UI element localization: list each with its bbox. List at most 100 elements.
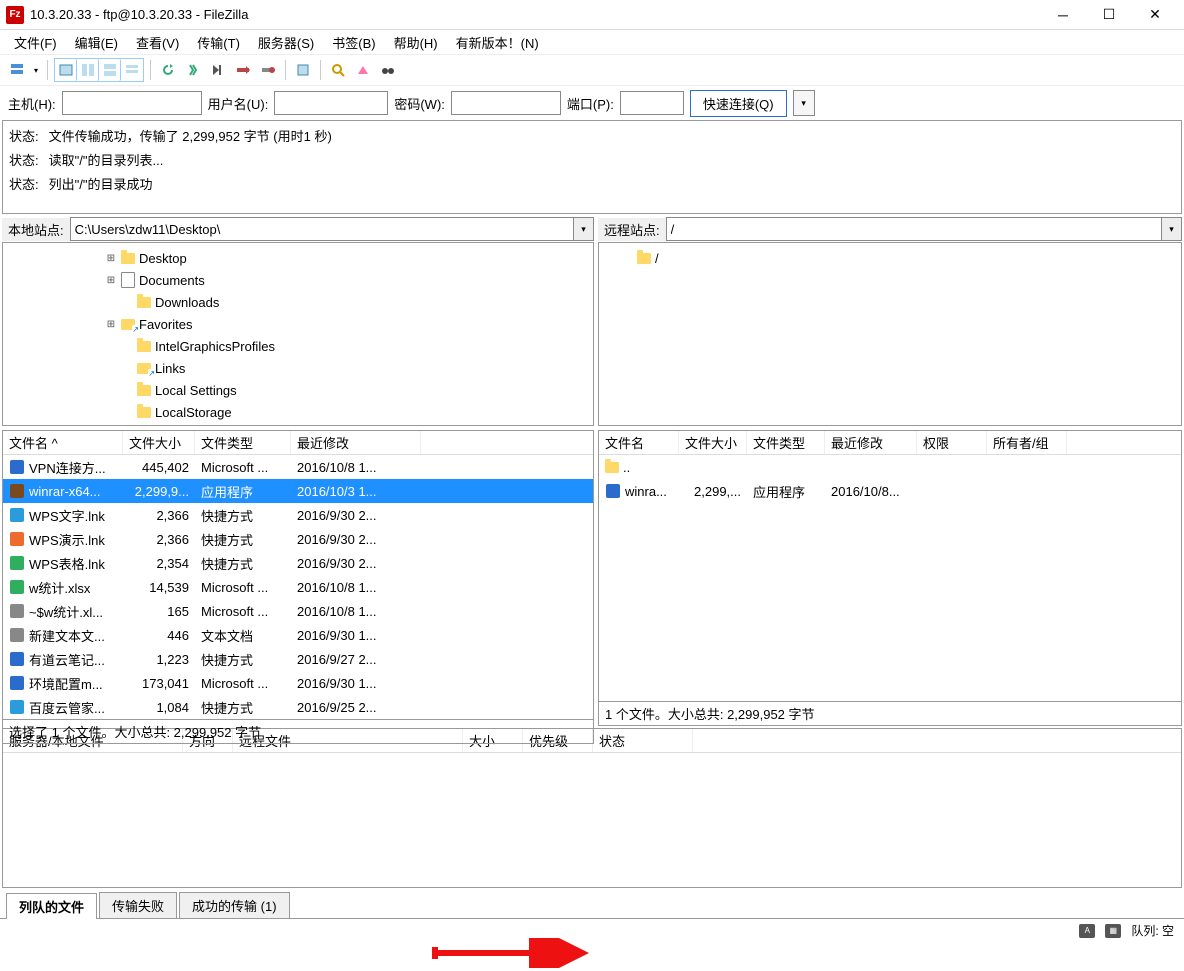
list-item[interactable]: 有道云笔记...1,223快捷方式2016/9/27 2... xyxy=(3,647,593,671)
close-button[interactable]: ✕ xyxy=(1132,0,1178,30)
local-file-list[interactable]: 文件名 ^文件大小文件类型最近修改 VPN连接方...445,402Micros… xyxy=(2,430,594,720)
queue-pane[interactable]: 服务器/本地文件方向远程文件大小优先级状态 xyxy=(2,728,1182,888)
tree-node[interactable]: ⊞Favorites xyxy=(9,313,587,335)
port-input[interactable] xyxy=(620,91,684,115)
file-icon xyxy=(9,651,25,667)
file-icon xyxy=(9,507,25,523)
column-header[interactable]: 所有者/组 xyxy=(987,431,1067,454)
minimize-button[interactable]: ─ xyxy=(1040,0,1086,30)
column-header[interactable]: 文件类型 xyxy=(747,431,825,454)
column-header[interactable]: 权限 xyxy=(917,431,987,454)
menu-item[interactable]: 书签(B) xyxy=(324,31,383,54)
remote-path-input[interactable] xyxy=(666,217,1162,241)
file-icon xyxy=(9,699,25,715)
list-item[interactable]: VPN连接方...445,402Microsoft ...2016/10/8 1… xyxy=(3,455,593,479)
tree-label: Links xyxy=(155,361,185,376)
menu-item[interactable]: 查看(V) xyxy=(128,31,187,54)
menu-item[interactable]: 有新版本！(N) xyxy=(448,31,547,54)
column-header[interactable]: 文件名 xyxy=(599,431,679,454)
host-input[interactable] xyxy=(62,91,202,115)
remote-file-list[interactable]: 文件名文件大小文件类型最近修改权限所有者/组 ..winra...2,299,.… xyxy=(598,430,1182,702)
tree-node[interactable]: Links xyxy=(9,357,587,379)
pass-input[interactable] xyxy=(451,91,561,115)
doc-icon xyxy=(121,272,135,288)
toolbar: ▾ xyxy=(0,54,1184,86)
local-site-bar: 本地站点: ▾ xyxy=(2,216,594,242)
column-header[interactable]: 最近修改 xyxy=(825,431,917,454)
folder-icon xyxy=(137,341,151,352)
toggle-log-icon[interactable] xyxy=(55,59,77,81)
bottom-tab[interactable]: 成功的传输 (1) xyxy=(179,892,290,918)
column-header[interactable]: 文件大小 xyxy=(679,431,747,454)
tree-node[interactable]: IntelGraphicsProfiles xyxy=(9,335,587,357)
remote-path-dropdown[interactable]: ▾ xyxy=(1162,217,1182,241)
toggle-local-tree-icon[interactable] xyxy=(77,59,99,81)
binoculars-icon[interactable] xyxy=(377,59,399,81)
menu-item[interactable]: 服务器(S) xyxy=(250,31,322,54)
column-header[interactable]: 最近修改 xyxy=(291,431,421,454)
menubar: 文件(F)编辑(E)查看(V)传输(T)服务器(S)书签(B)帮助(H)有新版本… xyxy=(0,30,1184,54)
column-header[interactable]: 状态 xyxy=(593,729,693,752)
toggle-queue-icon[interactable] xyxy=(121,59,143,81)
menu-item[interactable]: 编辑(E) xyxy=(67,31,126,54)
list-item[interactable]: winra...2,299,...应用程序2016/10/8... xyxy=(599,479,1181,503)
bottom-tabs: 列队的文件传输失败成功的传输 (1) xyxy=(2,890,1182,918)
tree-node[interactable]: ⊞Documents xyxy=(9,269,587,291)
site-manager-icon[interactable] xyxy=(6,59,28,81)
process-queue-icon[interactable] xyxy=(182,59,204,81)
file-icon xyxy=(9,483,25,499)
list-item[interactable]: 百度云管家...1,084快捷方式2016/9/25 2... xyxy=(3,695,593,719)
cancel-icon[interactable] xyxy=(207,59,229,81)
reconnect-icon[interactable] xyxy=(257,59,279,81)
compare-icon[interactable] xyxy=(352,59,374,81)
quickconnect-button[interactable]: 快速连接(Q) xyxy=(690,90,787,117)
menu-item[interactable]: 传输(T) xyxy=(189,31,248,54)
bottom-tab[interactable]: 传输失败 xyxy=(99,892,177,918)
list-item[interactable]: ~$w统计.xl...165Microsoft ...2016/10/8 1..… xyxy=(3,599,593,623)
remote-tree[interactable]: / xyxy=(598,242,1182,426)
tree-label: Local Settings xyxy=(155,383,237,398)
tree-node[interactable]: Downloads xyxy=(9,291,587,313)
column-header[interactable]: 文件名 ^ xyxy=(3,431,123,454)
user-input[interactable] xyxy=(274,91,388,115)
list-item[interactable]: WPS文字.lnk2,366快捷方式2016/9/30 2... xyxy=(3,503,593,527)
tree-node[interactable]: Local Settings xyxy=(9,379,587,401)
menu-item[interactable]: 文件(F) xyxy=(6,31,65,54)
titlebar: Fz 10.3.20.33 - ftp@10.3.20.33 - FileZil… xyxy=(0,0,1184,30)
list-item[interactable]: 环境配置m...173,041Microsoft ...2016/9/30 1.… xyxy=(3,671,593,695)
list-item[interactable]: w统计.xlsx14,539Microsoft ...2016/10/8 1..… xyxy=(3,575,593,599)
column-header[interactable]: 文件大小 xyxy=(123,431,195,454)
list-item[interactable]: WPS演示.lnk2,366快捷方式2016/9/30 2... xyxy=(3,527,593,551)
local-path-input[interactable] xyxy=(70,217,574,241)
maximize-button[interactable]: ☐ xyxy=(1086,0,1132,30)
quickconnect-dropdown[interactable]: ▾ xyxy=(793,90,815,116)
tree-label: Favorites xyxy=(139,317,192,332)
remote-site-bar: 远程站点: ▾ xyxy=(598,216,1182,242)
menu-item[interactable]: 帮助(H) xyxy=(386,31,446,54)
user-label: 用户名(U): xyxy=(208,94,269,113)
list-item[interactable]: WPS表格.lnk2,354快捷方式2016/9/30 2... xyxy=(3,551,593,575)
log-pane[interactable]: 状态:文件传输成功，传输了 2,299,952 字节 (用时1 秒)状态:读取"… xyxy=(2,120,1182,214)
refresh-icon[interactable] xyxy=(157,59,179,81)
local-tree[interactable]: ⊞Desktop⊞DocumentsDownloads⊞FavoritesInt… xyxy=(2,242,594,426)
tree-node[interactable]: LocalStorage xyxy=(9,401,587,423)
site-manager-dropdown[interactable]: ▾ xyxy=(31,59,41,81)
list-item[interactable]: 新建文本文...446文本文档2016/9/30 1... xyxy=(3,623,593,647)
host-label: 主机(H): xyxy=(8,94,56,113)
bottom-tab[interactable]: 列队的文件 xyxy=(6,893,97,919)
disconnect-icon[interactable] xyxy=(232,59,254,81)
file-icon xyxy=(9,603,25,619)
toggle-remote-tree-icon[interactable] xyxy=(99,59,121,81)
list-item[interactable]: winrar-x64...2,299,9...应用程序2016/10/3 1..… xyxy=(3,479,593,503)
column-header[interactable]: 文件类型 xyxy=(195,431,291,454)
log-line: 状态:列出"/"的目录成功 xyxy=(9,173,1175,197)
tree-node[interactable]: ⊞Desktop xyxy=(9,247,587,269)
file-icon xyxy=(9,675,25,691)
filter-icon[interactable] xyxy=(292,59,314,81)
search-icon[interactable] xyxy=(327,59,349,81)
folder-icon xyxy=(137,407,151,418)
list-item[interactable]: .. xyxy=(599,455,1181,479)
remote-site-label: 远程站点: xyxy=(598,218,666,241)
tree-node[interactable]: / xyxy=(605,247,1175,269)
local-path-dropdown[interactable]: ▾ xyxy=(574,217,594,241)
